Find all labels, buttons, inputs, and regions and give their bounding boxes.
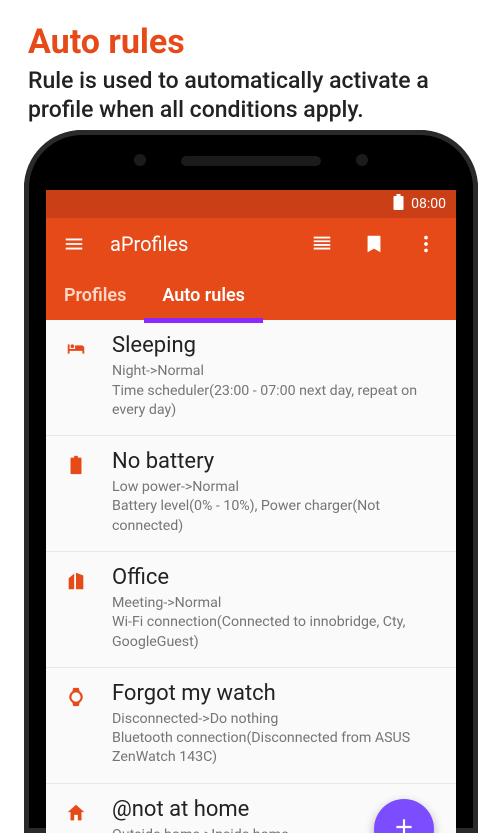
rule-profile-flow: Meeting->Normal bbox=[112, 594, 440, 613]
rule-conditions: Battery level(0% - 10%), Power charger(N… bbox=[112, 497, 440, 535]
tab-indicator bbox=[144, 318, 263, 323]
status-time: 08:00 bbox=[411, 196, 446, 212]
promo-title: Auto rules bbox=[0, 0, 500, 66]
rule-profile-flow: Disconnected->Do nothing bbox=[112, 710, 440, 729]
plus-icon bbox=[391, 814, 417, 833]
status-bar: 08:00 bbox=[46, 190, 456, 218]
rule-title: Sleeping bbox=[112, 333, 440, 359]
rule-title: Forgot my watch bbox=[112, 681, 440, 707]
bookmark-icon[interactable] bbox=[360, 230, 388, 258]
rule-title: Office bbox=[112, 565, 440, 591]
tab-label: Auto rules bbox=[162, 285, 245, 306]
rules-list: Sleeping Night->Normal Time scheduler(23… bbox=[46, 320, 456, 833]
rule-conditions: Wi-Fi connection(Connected to innobridge… bbox=[112, 613, 440, 651]
device-sensor bbox=[356, 154, 368, 166]
rule-item-office[interactable]: Office Meeting->Normal Wi-Fi connection(… bbox=[46, 552, 456, 668]
watch-icon bbox=[62, 681, 90, 708]
rule-profile-flow: Night->Normal bbox=[112, 362, 440, 381]
rule-conditions: Time scheduler(23:00 - 07:00 next day, r… bbox=[112, 382, 440, 420]
battery-icon bbox=[393, 194, 404, 214]
promo-subtitle: Rule is used to automatically activate a… bbox=[0, 66, 500, 135]
tab-bar: Profiles Auto rules bbox=[46, 270, 456, 320]
rule-item-no-battery[interactable]: No battery Low power->Normal Battery lev… bbox=[46, 436, 456, 552]
screen: 08:00 aProfiles Profiles bbox=[46, 190, 456, 833]
battery-low-icon bbox=[62, 449, 90, 476]
home-icon bbox=[62, 797, 90, 824]
hamburger-menu-icon[interactable] bbox=[60, 230, 88, 258]
app-bar: aProfiles bbox=[46, 218, 456, 270]
app-title: aProfiles bbox=[110, 232, 286, 256]
rule-profile-flow: Low power->Normal bbox=[112, 478, 440, 497]
tab-auto-rules[interactable]: Auto rules bbox=[144, 285, 263, 320]
device-speaker bbox=[181, 156, 321, 166]
rule-title: No battery bbox=[112, 449, 440, 475]
overflow-menu-icon[interactable] bbox=[412, 230, 440, 258]
rule-conditions: Bluetooth connection(Disconnected from A… bbox=[112, 729, 440, 767]
device-frame: 08:00 aProfiles Profiles bbox=[24, 130, 478, 833]
building-icon bbox=[62, 565, 90, 592]
device-sensor bbox=[134, 154, 146, 166]
rule-item-forgot-watch[interactable]: Forgot my watch Disconnected->Do nothing… bbox=[46, 668, 456, 784]
rule-item-sleeping[interactable]: Sleeping Night->Normal Time scheduler(23… bbox=[46, 320, 456, 436]
list-icon[interactable] bbox=[308, 230, 336, 258]
tab-profiles[interactable]: Profiles bbox=[46, 285, 144, 320]
bed-icon bbox=[62, 333, 90, 360]
